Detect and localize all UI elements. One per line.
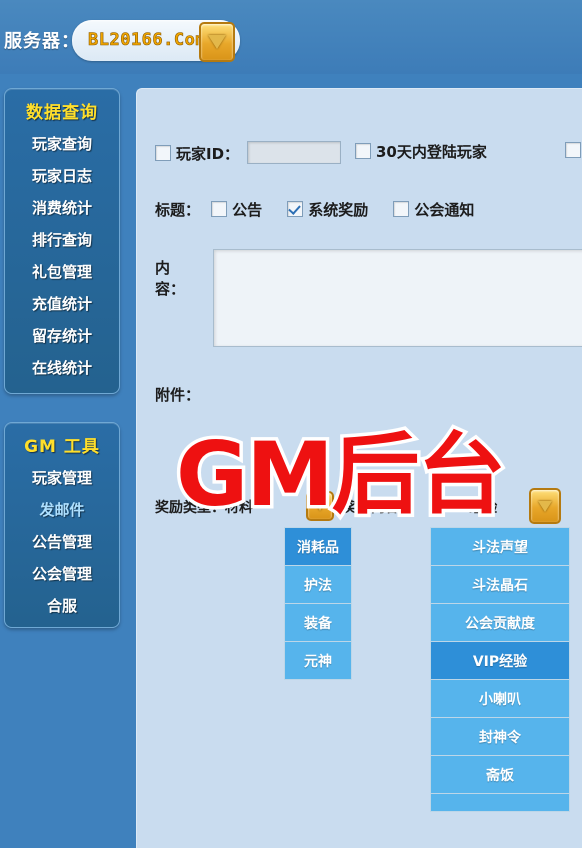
- reward-item-button[interactable]: 斗法晶石: [430, 566, 570, 604]
- sidebar: 数据查询 玩家查询 玩家日志 消费统计 排行查询 礼包管理 充值统计 留存统计 …: [0, 74, 128, 847]
- sidebar-item-player-log[interactable]: 玩家日志: [5, 159, 119, 191]
- reward-category-list: 消耗品 护法 装备 元神: [284, 527, 352, 680]
- sidebar-group-title: 数据查询: [26, 103, 98, 123]
- title-option-notice[interactable]: 公告: [211, 199, 262, 220]
- reward-item-button[interactable]: [430, 794, 570, 812]
- triangle-glyph: [538, 500, 552, 512]
- player-id-input[interactable]: [247, 141, 342, 164]
- content-textarea[interactable]: [213, 249, 582, 347]
- triangle-glyph: [208, 35, 226, 49]
- sidebar-item-guild-mgmt[interactable]: 公会管理: [5, 557, 119, 589]
- checkbox-box: [393, 201, 410, 217]
- login-30-days-checkbox[interactable]: 30天内登陆玩家: [355, 141, 487, 162]
- title-option-label: 公会通知: [414, 201, 475, 219]
- sidebar-item-send-mail[interactable]: 发邮件: [5, 493, 119, 525]
- sidebar-group-gm-tools: GM 工具 玩家管理 发邮件 公告管理 公会管理 合服: [4, 422, 120, 628]
- title-option-label: 系统奖励: [308, 201, 369, 219]
- top-header-bar: 服务器： BL20166.Com: [0, 0, 582, 74]
- sidebar-item-notice-mgmt[interactable]: 公告管理: [5, 525, 119, 557]
- attachment-row: 附件：: [155, 384, 200, 405]
- sidebar-item-retention-stats[interactable]: 留存统计: [5, 319, 119, 351]
- reward-category-button[interactable]: 消耗品: [284, 527, 352, 566]
- title-row: 标题： 公告 系统奖励 公会通知: [155, 199, 494, 220]
- checkbox-box: [155, 145, 171, 161]
- sidebar-item-server-merge[interactable]: 合服: [5, 589, 119, 621]
- login30-row: 30天内登陆玩家: [355, 141, 487, 162]
- content-label: 内容：: [155, 259, 186, 298]
- checkbox-box: [565, 142, 581, 158]
- reward-category-button[interactable]: 装备: [284, 604, 352, 642]
- sidebar-item-spend-stats[interactable]: 消费统计: [5, 191, 119, 223]
- title-option-label: 公告: [232, 201, 263, 219]
- sidebar-group-data-query: 数据查询 玩家查询 玩家日志 消费统计 排行查询 礼包管理 充值统计 留存统计 …: [4, 88, 120, 394]
- sidebar-item-giftpack-mgmt[interactable]: 礼包管理: [5, 255, 119, 287]
- title-option-guild-notice[interactable]: 公会通知: [393, 199, 474, 220]
- reward-category-button[interactable]: 元神: [284, 642, 352, 680]
- sidebar-item-recharge-stats[interactable]: 充值统计: [5, 287, 119, 319]
- reward-value-chevron-down-icon[interactable]: [529, 488, 561, 524]
- extra-option-row: [565, 141, 582, 160]
- reward-item-button[interactable]: 小喇叭: [430, 680, 570, 718]
- extra-option-checkbox[interactable]: [565, 141, 582, 160]
- server-value: BL20166.Com: [88, 30, 207, 51]
- reward-value-label: VIP经验: [443, 500, 498, 516]
- sidebar-item-player-mgmt[interactable]: 玩家管理: [5, 461, 119, 493]
- reward-item-button[interactable]: 斗法声望: [430, 527, 570, 566]
- reward-item-button[interactable]: VIP经验: [430, 642, 570, 680]
- reward-item-list: 斗法声望 斗法晶石 公会贡献度 VIP经验 小喇叭 封神令 斋饭: [430, 527, 570, 812]
- sidebar-group-title: GM 工具: [24, 437, 100, 457]
- sidebar-item-online-stats[interactable]: 在线统计: [5, 351, 119, 383]
- triangle-glyph: [314, 501, 326, 511]
- player-id-row: 玩家ID：: [155, 141, 342, 164]
- main-content-panel: 玩家ID： 30天内登陆玩家 标题： 公告 系统奖励 公会通知 内容： 附件：: [136, 88, 582, 848]
- chevron-down-icon[interactable]: [199, 22, 235, 62]
- checkbox-box: [355, 143, 371, 159]
- title-option-system-reward[interactable]: 系统奖励: [287, 199, 368, 220]
- login-30-days-label: 30天内登陆玩家: [376, 143, 487, 161]
- checkbox-box: [287, 201, 304, 217]
- player-id-checkbox[interactable]: 玩家ID：: [155, 143, 239, 164]
- sidebar-item-rank-query[interactable]: 排行查询: [5, 223, 119, 255]
- checkbox-box: [211, 201, 228, 217]
- reward-type-label: 奖励类型：材料: [155, 500, 253, 516]
- reward-category-button[interactable]: 护法: [284, 566, 352, 604]
- server-label: 服务器：: [4, 31, 80, 52]
- attachment-label: 附件：: [155, 386, 201, 404]
- reward-item-button[interactable]: 斋饭: [430, 756, 570, 794]
- player-id-label: 玩家ID：: [176, 145, 240, 163]
- reward-item-button[interactable]: 公会贡献度: [430, 604, 570, 642]
- title-label: 标题：: [155, 201, 201, 219]
- reward-item-button[interactable]: 封神令: [430, 718, 570, 756]
- reward-type-chevron-down-icon[interactable]: [306, 491, 334, 521]
- reward-content-label: 奖励内容：: [343, 500, 413, 516]
- sidebar-item-player-query[interactable]: 玩家查询: [5, 127, 119, 159]
